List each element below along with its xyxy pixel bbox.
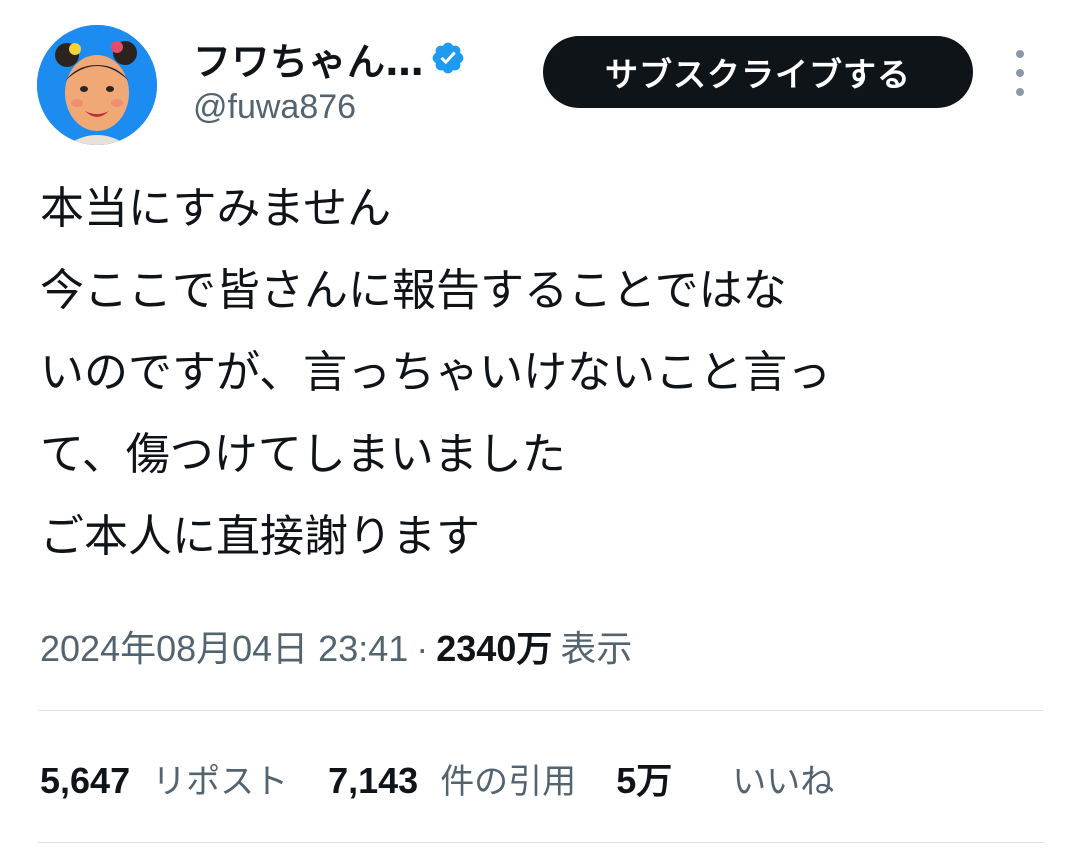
quotes-stat[interactable]: 7,143 件の引用 bbox=[328, 754, 576, 803]
tweet-line: 今ここで皆さんに報告することではな bbox=[40, 265, 787, 316]
quotes-count: 7,143 bbox=[328, 760, 419, 801]
avatar-image bbox=[37, 25, 157, 145]
author-display-name[interactable]: フワちゃん… bbox=[193, 31, 424, 86]
views-count: 2340万 bbox=[436, 628, 553, 669]
likes-label: いいね bbox=[732, 762, 835, 802]
tweet-meta: 2024年08月04日 23:41 · 2340万 表示 bbox=[40, 620, 632, 672]
engagement-stats: 5,647 リポスト 7,143 件の引用 5万 いいね bbox=[40, 752, 874, 804]
more-dot bbox=[1016, 69, 1024, 77]
divider bbox=[38, 710, 1044, 711]
tweet-line: て、傷つけてしまいました bbox=[40, 429, 566, 480]
tweet-text: 本当にすみません 今ここで皆さんに報告することではな いのですが、言っちゃいけな… bbox=[40, 168, 1040, 578]
tweet-line: ご本人に直接謝ります bbox=[40, 511, 480, 562]
avatar[interactable] bbox=[37, 25, 157, 145]
likes-count: 5万 bbox=[616, 760, 673, 801]
likes-stat[interactable]: 5万 いいね bbox=[616, 752, 834, 804]
tweet-timestamp[interactable]: 2024年08月04日 23:41 bbox=[40, 620, 408, 672]
tweet-header: フワちゃん… @fuwa876 サブスクライブする bbox=[0, 0, 1075, 160]
more-vertical-icon[interactable] bbox=[1004, 50, 1036, 96]
author-name-row: フワちゃん… bbox=[193, 30, 466, 86]
more-dot bbox=[1016, 88, 1024, 96]
tweet-line: いのですが、言っちゃいけないこと言っ bbox=[40, 347, 832, 398]
author-handle[interactable]: @fuwa876 bbox=[193, 88, 356, 127]
quotes-label: 件の引用 bbox=[440, 762, 577, 802]
subscribe-button[interactable]: サブスクライブする bbox=[543, 36, 973, 108]
reposts-count: 5,647 bbox=[40, 760, 131, 801]
reposts-label: リポスト bbox=[152, 762, 289, 802]
meta-separator: · bbox=[416, 628, 429, 669]
views-label: 表示 bbox=[560, 628, 633, 669]
tweet-line: 本当にすみません bbox=[40, 183, 392, 234]
divider bbox=[38, 842, 1044, 843]
reposts-stat[interactable]: 5,647 リポスト bbox=[40, 754, 288, 803]
verified-badge-icon[interactable] bbox=[430, 40, 466, 76]
more-dot bbox=[1016, 50, 1024, 58]
